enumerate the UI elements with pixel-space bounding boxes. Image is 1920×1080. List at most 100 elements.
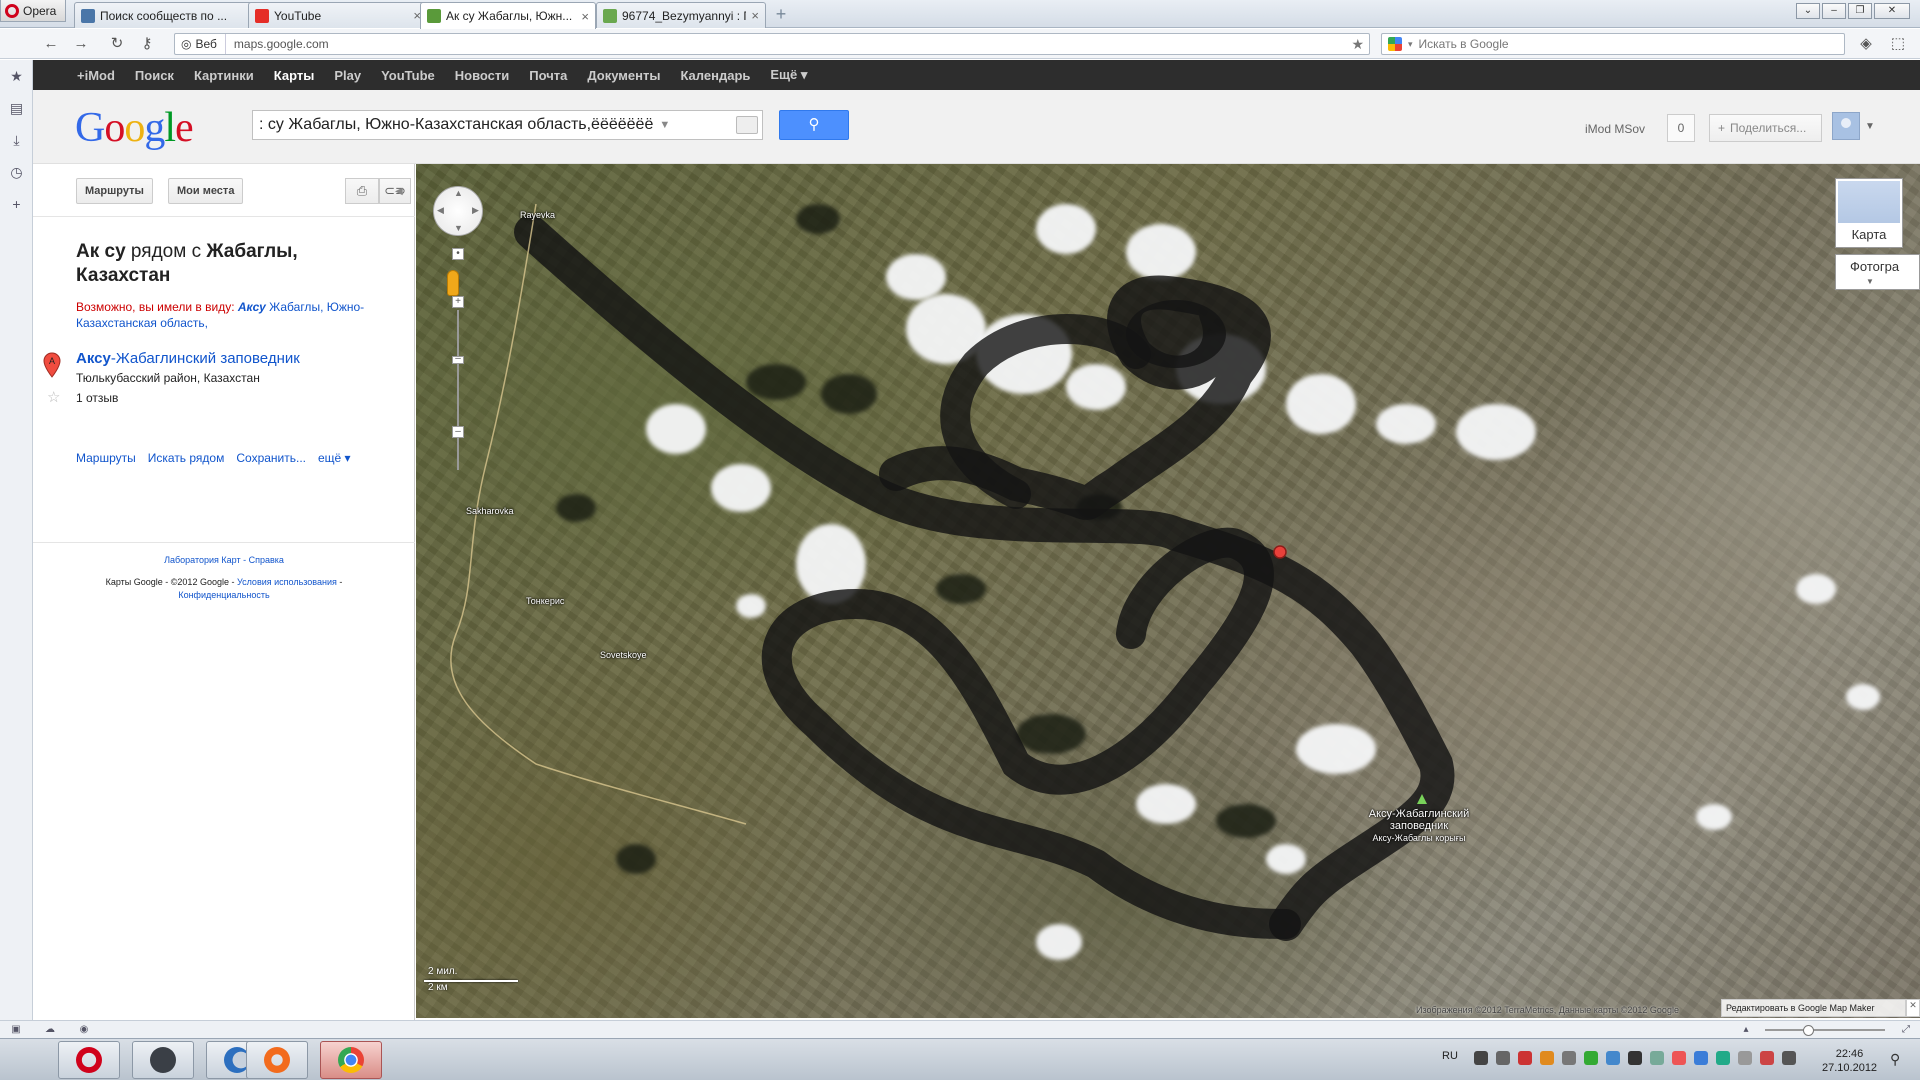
browser-tab[interactable]: YouTube × — [248, 2, 428, 28]
star-icon[interactable]: ☆ — [47, 388, 60, 406]
map-pin-icon[interactable]: A — [43, 352, 61, 378]
pan-left-icon[interactable]: ◀ — [437, 205, 444, 216]
keyboard-icon[interactable] — [736, 116, 758, 134]
action-routes[interactable]: Маршруты — [76, 451, 136, 465]
browser-tab[interactable]: Поиск сообществ по ... × — [74, 2, 266, 28]
print-icon[interactable]: ⎙ — [345, 178, 379, 204]
downloads-panel-icon[interactable]: ⤓ — [8, 132, 25, 149]
add-panel-icon[interactable]: + — [8, 196, 25, 213]
gbar-item-docs[interactable]: Документы — [587, 68, 660, 83]
new-tab-icon[interactable]: + — [772, 5, 790, 23]
taskbar-steam[interactable] — [132, 1041, 194, 1079]
collapse-panel-icon[interactable]: ◀ — [395, 186, 403, 197]
pan-up-icon[interactable]: ▲ — [454, 188, 463, 198]
page-zoom-slider[interactable] — [1765, 1025, 1885, 1036]
gbar-item-search[interactable]: Поиск — [135, 68, 174, 83]
browser-tab[interactable]: 96774_Bezymyannyi : П... × — [596, 2, 766, 28]
google-logo[interactable]: Google — [75, 104, 194, 152]
gbar-item-maps[interactable]: Карты — [274, 68, 315, 83]
turbo-icon[interactable]: ◉ — [78, 1024, 90, 1036]
gbar-item-images[interactable]: Картинки — [194, 68, 254, 83]
my-places-button[interactable]: Мои места — [168, 178, 244, 204]
panel-toggle-icon[interactable]: ▣ — [10, 1024, 22, 1036]
key-icon[interactable]: ⚷ — [136, 34, 158, 54]
close-window-icon[interactable]: ✕ — [1874, 3, 1910, 19]
tray-icon[interactable] — [1584, 1051, 1598, 1065]
tray-icon[interactable] — [1650, 1051, 1664, 1065]
pan-down-icon[interactable]: ▼ — [454, 223, 463, 233]
bookmarks-star-icon[interactable]: ★ — [8, 68, 25, 85]
pegman-icon[interactable] — [447, 270, 459, 296]
zoom-in-icon[interactable]: + — [452, 296, 464, 308]
bookmark-star-icon[interactable]: ★ — [1351, 36, 1364, 53]
address-bar[interactable]: ◎ Веб maps.google.com ★ — [174, 33, 1370, 55]
taskbar-chrome[interactable] — [320, 1041, 382, 1079]
pan-control[interactable]: ▲ ▼ ◀ ▶ — [433, 186, 483, 236]
view-icon[interactable]: ▴ — [1740, 1024, 1752, 1036]
tray-icon[interactable] — [1760, 1051, 1774, 1065]
zoom-slider-handle[interactable]: – — [452, 354, 464, 364]
share-button[interactable]: + Поделиться... — [1709, 114, 1822, 142]
system-clock[interactable]: 22:46 27.10.2012 — [1822, 1047, 1877, 1075]
routes-button[interactable]: Маршруты — [76, 178, 153, 204]
tray-icon[interactable] — [1540, 1051, 1554, 1065]
type-dropdown-icon[interactable]: ▼ — [1866, 277, 1874, 286]
notification-count[interactable]: 0 — [1667, 114, 1695, 142]
tray-icon[interactable] — [1562, 1051, 1576, 1065]
browser-tab-active[interactable]: Ак су Жабаглы, Южн... × — [420, 2, 596, 29]
map-maker-link[interactable]: Редактировать в Google Map Maker — [1721, 999, 1906, 1017]
search-icon[interactable]: ⚲ — [1890, 1051, 1900, 1068]
minimize-icon[interactable]: – — [1822, 3, 1846, 19]
extension-icon[interactable]: ◈ — [1855, 34, 1877, 54]
tray-icon[interactable] — [1518, 1051, 1532, 1065]
zoom-reset-icon[interactable]: • — [452, 248, 464, 260]
zoom-track[interactable] — [457, 310, 459, 470]
pan-right-icon[interactable]: ▶ — [472, 205, 479, 216]
fit-width-icon[interactable]: ⤢ — [1900, 1024, 1912, 1036]
url-text[interactable]: maps.google.com — [226, 37, 329, 51]
maximize-icon[interactable]: ❐ — [1848, 3, 1872, 19]
gbar-item-play[interactable]: Play — [334, 68, 361, 83]
back-icon[interactable]: ← — [40, 34, 62, 54]
gbar-item-news[interactable]: Новости — [455, 68, 510, 83]
taskbar-opera[interactable] — [58, 1041, 120, 1079]
gbar-item-more[interactable]: Ещё ▾ — [770, 67, 807, 83]
tray-icon[interactable] — [1738, 1051, 1752, 1065]
satellite-type-button[interactable]: Фотогра ▼ — [1835, 254, 1920, 290]
tray-icon[interactable] — [1628, 1051, 1642, 1065]
terms-link[interactable]: Условия использования — [237, 577, 337, 587]
close-icon[interactable]: ✕ — [1906, 999, 1920, 1017]
gbar-item-plus[interactable]: +iMod — [77, 68, 115, 83]
tray-icon[interactable] — [1496, 1051, 1510, 1065]
keyboard-language[interactable]: RU — [1442, 1050, 1458, 1062]
reviews-count[interactable]: 1 отзыв — [76, 391, 118, 405]
search-field[interactable]: ▾ Искать в Google — [1381, 33, 1845, 55]
google-engine-icon[interactable] — [1388, 37, 1402, 51]
satellite-map[interactable]: Rayevka Sakharovka Тонкерис Sovetskoye А… — [416, 164, 1920, 1018]
tab-list-icon[interactable]: ⌄ — [1796, 3, 1820, 19]
tray-icon[interactable] — [1606, 1051, 1620, 1065]
user-name[interactable]: iMod MSov — [1585, 122, 1645, 136]
forward-icon[interactable]: → — [70, 34, 92, 54]
action-save[interactable]: Сохранить... — [236, 451, 306, 465]
search-dropdown-icon[interactable]: ▾ — [1408, 39, 1413, 50]
tray-icon[interactable] — [1474, 1051, 1488, 1065]
poi-label[interactable]: Аксу-Жабаглинский заповедник Аксу-Жабагл… — [1364, 808, 1474, 844]
downloads-icon[interactable]: ⬚ — [1887, 34, 1909, 54]
map-type-button[interactable]: Карта — [1835, 178, 1903, 248]
query-dropdown-icon[interactable]: ▼ — [659, 119, 670, 131]
avatar-dropdown-icon[interactable]: ▼ — [1865, 121, 1875, 132]
opera-menu-button[interactable]: Opera — [0, 0, 66, 22]
close-tab-icon[interactable]: × — [581, 9, 589, 24]
close-tab-icon[interactable]: × — [751, 8, 759, 23]
gbar-item-youtube[interactable]: YouTube — [381, 68, 435, 83]
tray-icon[interactable] — [1716, 1051, 1730, 1065]
search-query[interactable]: : су Жабаглы, Южно-Казахстанская область… — [259, 116, 653, 134]
notes-icon[interactable]: ▤ — [8, 100, 25, 117]
tray-icon[interactable] — [1782, 1051, 1796, 1065]
action-more[interactable]: ещё ▾ — [318, 451, 351, 465]
action-search-nearby[interactable]: Искать рядом — [148, 451, 225, 465]
zoom-out-icon[interactable]: – — [452, 426, 464, 438]
taskbar-origin[interactable] — [246, 1041, 308, 1079]
reload-icon[interactable]: ↻ — [106, 34, 128, 54]
